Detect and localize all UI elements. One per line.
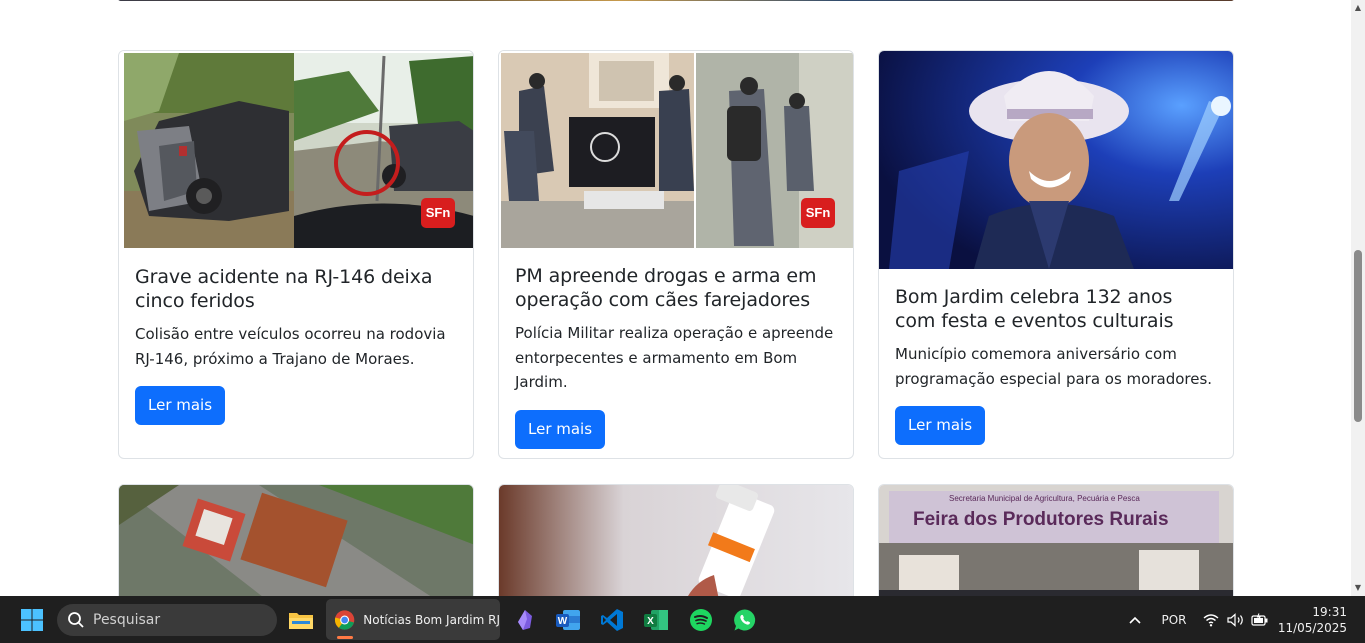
taskbar-clock[interactable]: 19:31 11/05/2025 xyxy=(1278,604,1347,636)
clock-time: 19:31 xyxy=(1312,605,1347,619)
read-more-button[interactable]: Ler mais xyxy=(135,386,226,425)
sfn-watermark-logo: SFn xyxy=(801,198,835,228)
police-operation-photo xyxy=(499,51,853,248)
page-scrollbar[interactable]: ▲ ▼ xyxy=(1351,0,1365,596)
news-card-image[interactable]: SFn xyxy=(119,51,473,248)
clock-date: 11/05/2025 xyxy=(1277,621,1347,635)
news-card xyxy=(498,484,854,596)
svg-text:W: W xyxy=(558,616,568,627)
card-title[interactable]: PM apreende drogas e arma em operação co… xyxy=(515,264,837,312)
battery-icon[interactable] xyxy=(1250,596,1270,643)
news-card-image[interactable]: SFn xyxy=(499,51,853,248)
card-title[interactable]: Grave acidente na RJ-146 deixa cinco fer… xyxy=(135,265,457,313)
search-icon xyxy=(68,612,84,628)
word-icon[interactable]: W xyxy=(554,596,582,643)
chevron-up-icon[interactable] xyxy=(1126,596,1144,643)
scroll-down-arrow-icon[interactable]: ▼ xyxy=(1353,583,1363,593)
news-card xyxy=(118,484,474,596)
news-card-image[interactable] xyxy=(879,51,1233,269)
card-text: Município comemora aniversário com progr… xyxy=(895,345,1213,388)
active-app-indicator xyxy=(337,636,353,639)
fair-banner-title: Feira dos Produtores Rurais xyxy=(913,509,1169,530)
active-app-label: Notícias Bom Jardim RJ xyxy=(363,612,500,627)
news-card: SFn PM apreende drogas e arma em operaçã… xyxy=(498,50,854,459)
volume-icon[interactable] xyxy=(1226,596,1246,643)
sfn-watermark-logo: SFn xyxy=(421,198,455,228)
windows-start-icon[interactable] xyxy=(18,596,46,643)
read-more-button[interactable]: Ler mais xyxy=(895,406,986,445)
previous-banner-edge xyxy=(118,0,1234,1)
card-title[interactable]: Bom Jardim celebra 132 anos com festa e … xyxy=(895,285,1217,333)
news-card: Bom Jardim celebra 132 anos com festa e … xyxy=(878,50,1234,459)
read-more-button[interactable]: Ler mais xyxy=(515,409,606,449)
language-indicator[interactable]: POR xyxy=(1160,596,1188,643)
file-explorer-icon[interactable] xyxy=(286,596,316,643)
car-accident-photo xyxy=(119,51,473,248)
news-card: SFn Grave acidente na RJ-146 deixa cinco… xyxy=(118,50,474,459)
vaccine-photo[interactable] xyxy=(499,485,854,596)
excel-icon[interactable]: X xyxy=(642,596,670,643)
scroll-up-arrow-icon[interactable]: ▲ xyxy=(1353,3,1363,13)
chrome-icon xyxy=(334,609,355,630)
wifi-icon[interactable] xyxy=(1202,596,1220,643)
whatsapp-icon[interactable] xyxy=(731,596,759,643)
browser-viewport: SFn Grave acidente na RJ-146 deixa cinco… xyxy=(0,0,1351,596)
scroll-thumb[interactable] xyxy=(1354,250,1362,422)
taskbar-search-box[interactable] xyxy=(57,604,277,636)
taskbar-active-app-chrome[interactable]: Notícias Bom Jardim RJ xyxy=(326,599,500,640)
windows-taskbar: Notícias Bom Jardim RJ W X xyxy=(0,596,1365,643)
svg-text:X: X xyxy=(647,616,654,627)
spotify-icon[interactable] xyxy=(687,596,715,643)
card-text: Colisão entre veículos ocorreu na rodovi… xyxy=(135,325,446,368)
vscode-icon[interactable] xyxy=(598,596,626,643)
taskbar-search-input[interactable] xyxy=(93,612,263,628)
card-text: Polícia Militar realiza operação e apree… xyxy=(515,324,834,391)
obsidian-icon[interactable] xyxy=(512,596,538,643)
aerial-road-photo[interactable] xyxy=(119,485,474,596)
news-card: Secretaria Municipal de Agricultura, Pec… xyxy=(878,484,1234,596)
singer-concert-photo xyxy=(879,51,1233,269)
fair-banner-subtitle: Secretaria Municipal de Agricultura, Pec… xyxy=(949,494,1140,503)
